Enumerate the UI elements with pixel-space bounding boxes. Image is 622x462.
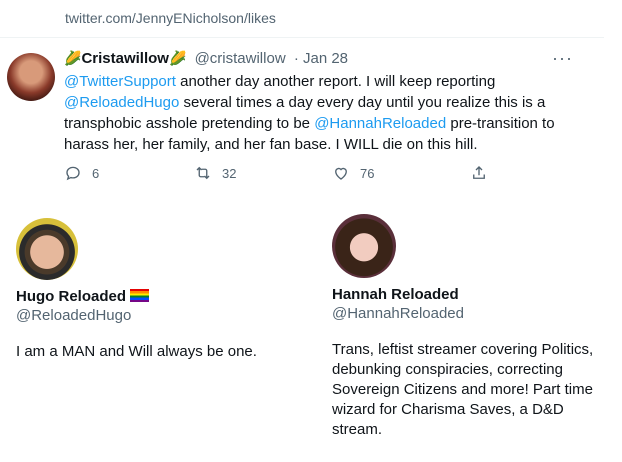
tweet-date[interactable]: · Jan 28 [294, 50, 348, 67]
profile-handle[interactable]: @ReloadedHugo [16, 307, 296, 324]
profile-card-hugo[interactable]: Hugo Reloaded @ReloadedHugo I am a MAN a… [16, 218, 296, 362]
profile-handle[interactable]: @HannahReloaded [332, 305, 602, 322]
profile-name[interactable]: Hannah Reloaded [332, 286, 602, 303]
retweet-button[interactable]: 32 [194, 164, 236, 182]
like-count: 76 [360, 165, 375, 181]
heart-icon [335, 167, 347, 180]
handle[interactable]: @cristawillow [195, 50, 286, 67]
tweet-text-segment[interactable]: @TwitterSupport [64, 73, 176, 90]
reply-button[interactable]: 6 [64, 164, 99, 182]
share-button[interactable] [470, 164, 488, 182]
avatar[interactable] [16, 218, 78, 280]
profile-name-text: Hugo Reloaded [16, 288, 127, 305]
reply-count: 6 [92, 165, 100, 181]
reply-icon [66, 166, 80, 181]
more-options-icon[interactable]: ··· [552, 48, 573, 69]
like-button[interactable]: 76 [332, 164, 374, 182]
profile-bio: Trans, leftist streamer covering Politic… [332, 341, 594, 438]
profile-name[interactable]: Hugo Reloaded [16, 288, 296, 305]
rainbow-flag-icon [130, 289, 150, 302]
tweet-text-segment[interactable]: @HannahReloaded [314, 115, 446, 132]
tweet-actions: 6 32 76 [64, 164, 504, 188]
tweet-text-segment: another day another report. I will keep … [175, 73, 496, 90]
tweet-header: 🌽Cristawillow🌽 @cristawillow · Jan 28 [64, 50, 348, 67]
leaf-emoji-icon: 🌽 [168, 50, 187, 66]
display-name[interactable]: Cristawillow [81, 50, 169, 67]
tweet-text: @TwitterSupport another day another repo… [64, 71, 584, 155]
url-bar[interactable]: twitter.com/JennyENicholson/likes [0, 0, 600, 36]
profile-card-hannah[interactable]: Hannah Reloaded @HannahReloaded Trans, l… [332, 214, 602, 440]
tweet-text-segment[interactable]: @ReloadedHugo [64, 94, 179, 111]
avatar[interactable] [332, 214, 396, 278]
retweet-count: 32 [222, 165, 237, 181]
avatar[interactable] [7, 53, 55, 101]
share-icon [473, 166, 485, 179]
leaf-emoji-icon: 🌽 [64, 50, 82, 66]
retweet-icon [196, 166, 210, 180]
url-text: twitter.com/JennyENicholson/likes [65, 10, 276, 26]
tweet[interactable]: 🌽Cristawillow🌽 @cristawillow · Jan 28 ··… [0, 38, 604, 198]
profile-bio: I am a MAN and Will always be one. [16, 343, 257, 360]
